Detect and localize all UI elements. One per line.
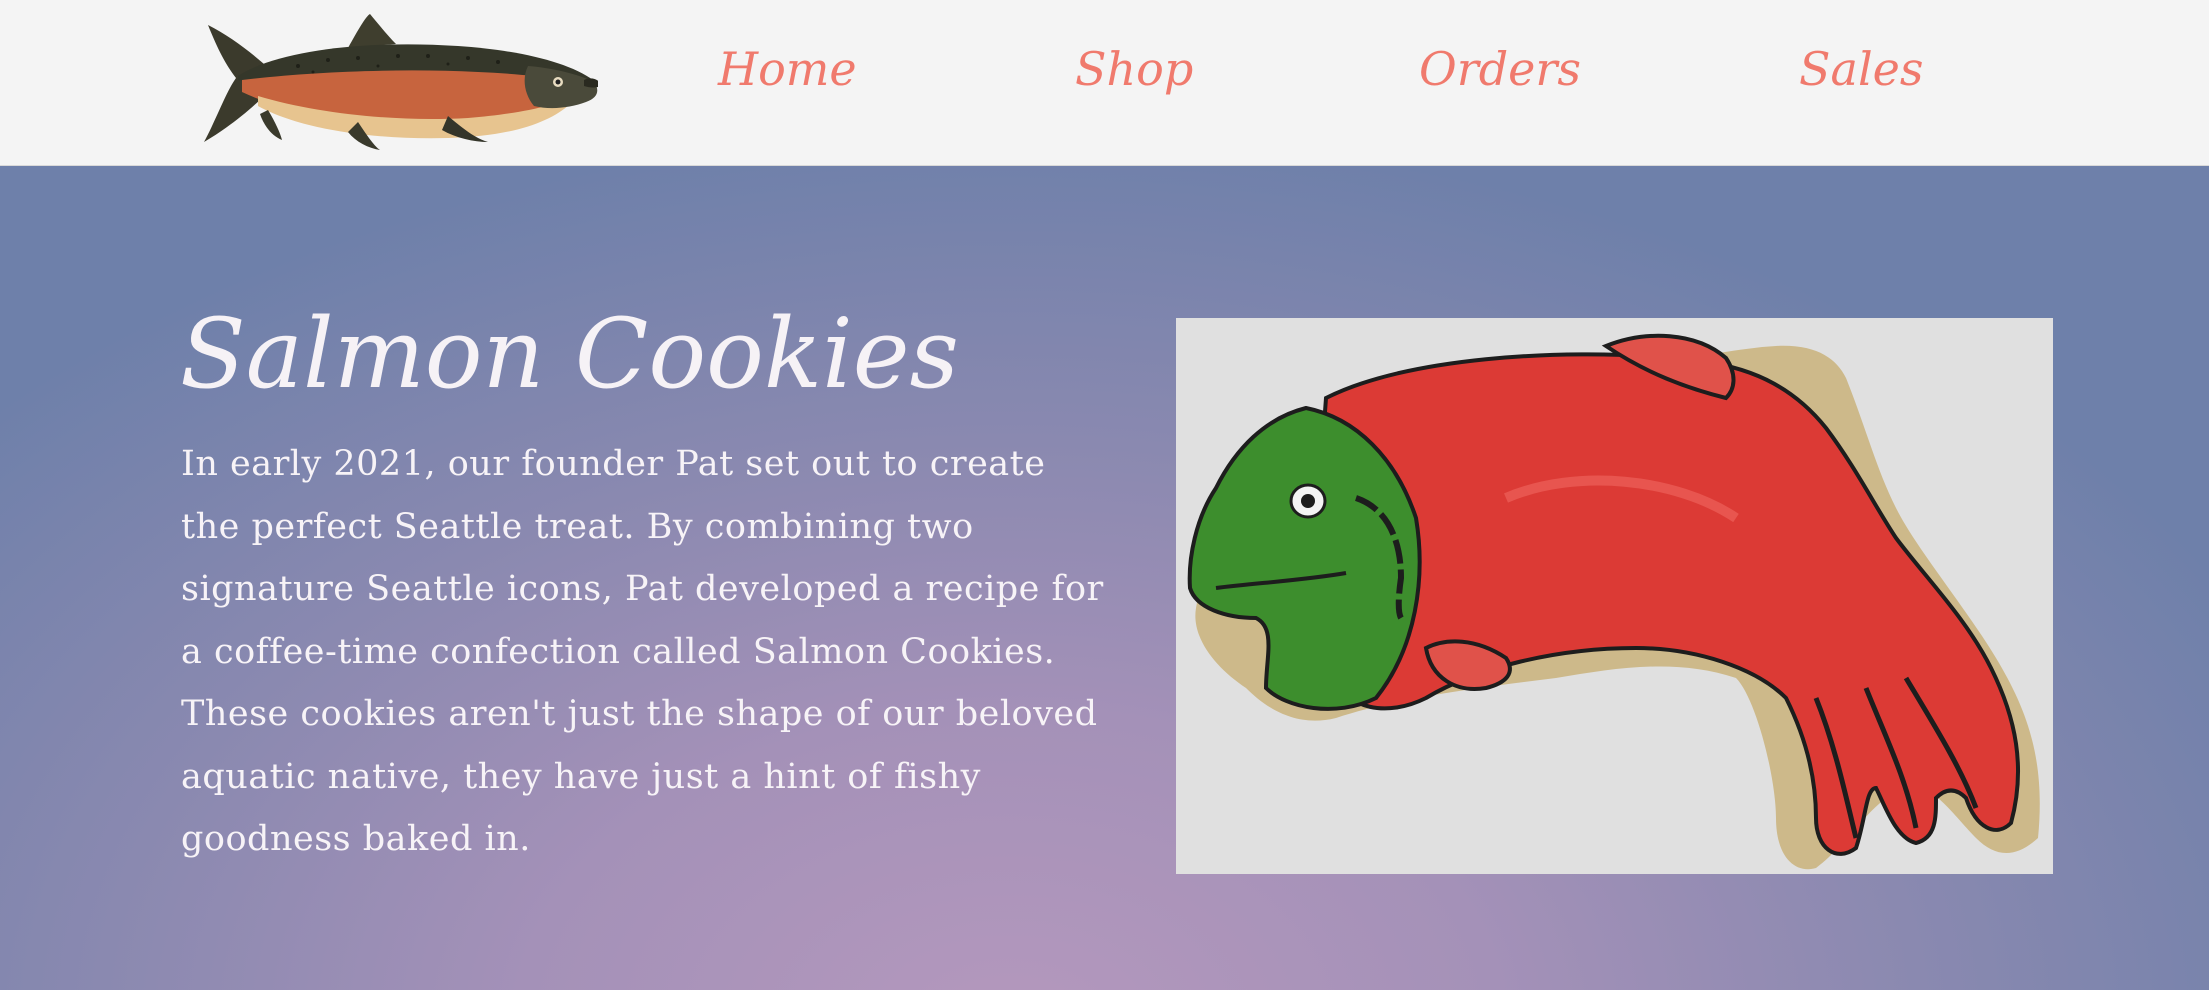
- site-header: Home Shop Orders Sales: [0, 0, 2209, 166]
- hero-description: In early 2021, our founder Pat set out t…: [181, 444, 1104, 859]
- nav-shop-link[interactable]: Shop: [1075, 46, 1193, 92]
- nav-orders-link[interactable]: Orders: [1419, 46, 1581, 92]
- salmon-cookie-image: [1176, 318, 2053, 874]
- nav-sales-link[interactable]: Sales: [1799, 46, 1923, 92]
- hero-title: Salmon Cookies: [180, 298, 959, 410]
- salmon-logo-icon[interactable]: [198, 10, 602, 150]
- hero-section: Salmon Cookies In early 2021, our founde…: [0, 166, 2209, 990]
- nav-home-link[interactable]: Home: [718, 46, 857, 92]
